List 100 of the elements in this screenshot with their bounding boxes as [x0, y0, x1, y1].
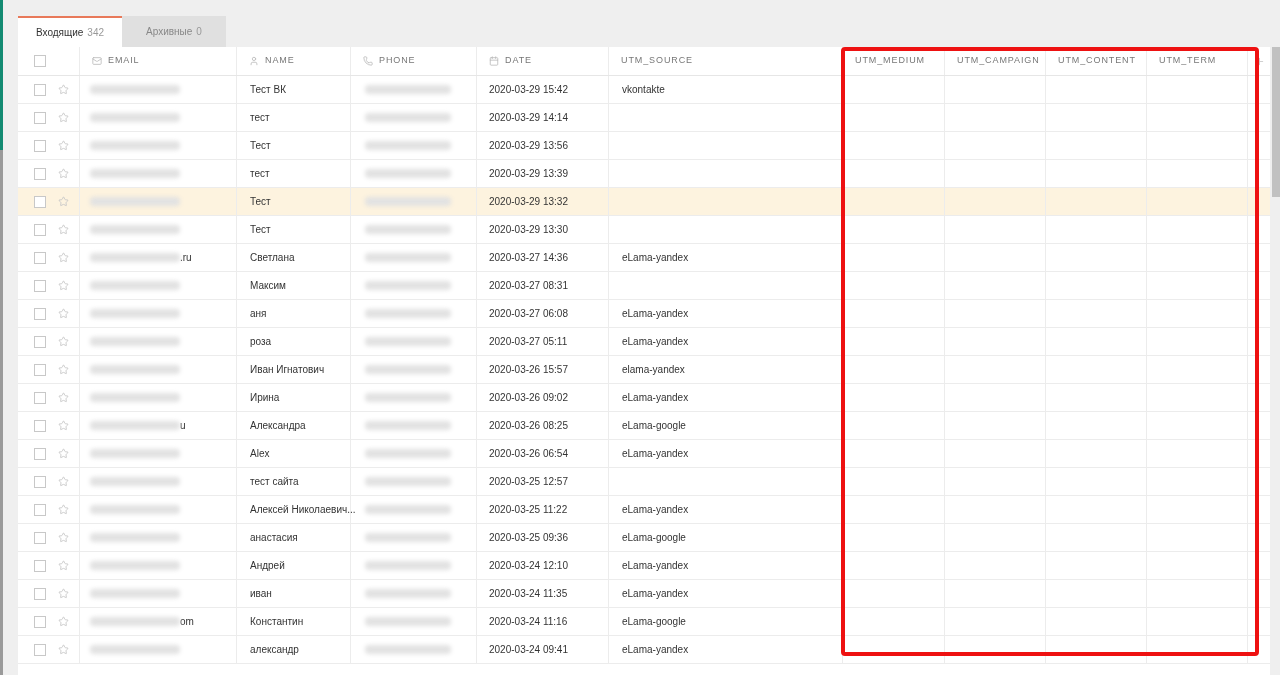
checkbox[interactable]: [34, 363, 46, 376]
table-cell-text: 2020-03-24 11:16: [489, 615, 568, 629]
table-cell-text: 2020-03-29 13:39: [489, 167, 568, 181]
star-icon[interactable]: [58, 196, 69, 207]
table-row[interactable]: Тест ВК 2020-03-29 15:42 vkontakte: [18, 76, 1270, 104]
checkbox[interactable]: [34, 643, 46, 656]
scrollbar[interactable]: [1272, 47, 1280, 197]
table-cell-text: Константин: [250, 615, 304, 629]
tab[interactable]: Входящие 342: [18, 16, 122, 47]
table-row[interactable]: иван 2020-03-24 11:35 eLama-yandex: [18, 580, 1270, 608]
checkbox[interactable]: [34, 531, 46, 544]
star-icon[interactable]: [58, 84, 69, 95]
star-icon[interactable]: [58, 224, 69, 235]
checkbox[interactable]: [34, 559, 46, 572]
table-cell-text: u: [180, 419, 186, 433]
column-header[interactable]: DATE: [477, 47, 609, 75]
checkbox[interactable]: [34, 503, 46, 516]
table-cell-text: Алексей Николаевич...: [250, 503, 356, 517]
table-row[interactable]: Иван Игнатович 2020-03-26 15:57 elama-yandex: [18, 356, 1270, 384]
checkbox[interactable]: [34, 223, 46, 236]
star-icon[interactable]: [58, 112, 69, 123]
table-cell-text: eLama-yandex: [622, 307, 689, 321]
table-cell-text: eLama-yandex: [622, 335, 689, 349]
table-row[interactable]: Ирина 2020-03-26 09:02 eLama-yandex: [18, 384, 1270, 412]
table-row[interactable]: Алексей Николаевич... 2020-03-25 11:22 eLama-yandex: [18, 496, 1270, 524]
star-icon[interactable]: [58, 168, 69, 179]
star-icon[interactable]: [58, 560, 69, 571]
table-row[interactable]: анастасия 2020-03-25 09:36 eLama-google: [18, 524, 1270, 552]
star-icon[interactable]: [58, 504, 69, 515]
star-icon[interactable]: [58, 588, 69, 599]
star-icon[interactable]: [58, 644, 69, 655]
table-row[interactable]: Alex 2020-03-26 06:54 eLama-yandex: [18, 440, 1270, 468]
table-cell-text: vkontakte: [622, 83, 665, 97]
checkbox[interactable]: [34, 251, 46, 264]
star-icon[interactable]: [58, 448, 69, 459]
table-row[interactable]: александр 2020-03-24 09:41 eLama-yandex: [18, 636, 1270, 664]
table-row[interactable]: Тест 2020-03-29 13:56: [18, 132, 1270, 160]
table-row[interactable]: Максим 2020-03-27 08:31: [18, 272, 1270, 300]
table-cell-text: eLama-yandex: [622, 643, 689, 657]
checkbox[interactable]: [34, 279, 46, 292]
table-row[interactable]: роза 2020-03-27 05:11 eLama-yandex: [18, 328, 1270, 356]
star-icon[interactable]: [58, 364, 69, 375]
table-cell-text: eLama-yandex: [622, 503, 689, 517]
table-cell-text: eLama-yandex: [622, 559, 689, 573]
star-icon[interactable]: [58, 336, 69, 347]
column-header[interactable]: UTM_CONTENT: [1046, 47, 1147, 75]
checkbox[interactable]: [34, 307, 46, 320]
checkbox[interactable]: [34, 167, 46, 180]
table-cell-text: eLama-google: [622, 419, 686, 433]
checkbox[interactable]: [34, 419, 46, 432]
checkbox[interactable]: [34, 83, 46, 96]
column-header[interactable]: UTM_CAMPAIGN: [945, 47, 1046, 75]
checkbox[interactable]: [34, 615, 46, 628]
table-row[interactable]: .ru Светлана 2020-03-27 14:36 eLama-yandex: [18, 244, 1270, 272]
table-row[interactable]: тест сайта 2020-03-25 12:57: [18, 468, 1270, 496]
table-row[interactable]: Тест 2020-03-29 13:30: [18, 216, 1270, 244]
table-cell-text: аня: [250, 307, 267, 321]
star-icon[interactable]: [58, 280, 69, 291]
checkbox[interactable]: [34, 195, 46, 208]
table-row[interactable]: тест 2020-03-29 14:14: [18, 104, 1270, 132]
column-header[interactable]: PHONE: [351, 47, 477, 75]
table-cell-text: 2020-03-27 08:31: [489, 279, 568, 293]
checkbox[interactable]: [34, 139, 46, 152]
table-row[interactable]: u Александра 2020-03-26 08:25 eLama-google: [18, 412, 1270, 440]
column-header[interactable]: UTM_TERM: [1147, 47, 1248, 75]
table-cell-text: eLama-yandex: [622, 251, 689, 265]
checkbox[interactable]: [34, 391, 46, 404]
table-cell-text: Андрей: [250, 559, 285, 573]
table-cell-text: eLama-yandex: [622, 587, 689, 601]
column-header[interactable]: UTM_MEDIUM: [843, 47, 945, 75]
star-icon[interactable]: [58, 532, 69, 543]
checkbox[interactable]: [34, 587, 46, 600]
table-row[interactable]: тест 2020-03-29 13:39: [18, 160, 1270, 188]
star-icon[interactable]: [58, 420, 69, 431]
column-header[interactable]: UTM_SOURCE: [609, 47, 843, 75]
star-icon[interactable]: [58, 616, 69, 627]
column-header[interactable]: NAME: [237, 47, 351, 75]
table-cell-text: 2020-03-29 13:56: [489, 139, 568, 153]
checkbox[interactable]: [34, 475, 46, 488]
table-cell-text: Светлана: [250, 251, 295, 265]
table-cell-text: 2020-03-26 06:54: [489, 447, 568, 461]
star-icon[interactable]: [58, 392, 69, 403]
star-icon[interactable]: [58, 140, 69, 151]
checkbox[interactable]: [34, 55, 46, 67]
table-row[interactable]: om Константин 2020-03-24 11:16 eLama-google: [18, 608, 1270, 636]
table-row[interactable]: Тест 2020-03-29 13:32: [18, 188, 1270, 216]
star-icon[interactable]: [58, 476, 69, 487]
table-cell-text: 2020-03-29 14:14: [489, 111, 568, 125]
star-icon[interactable]: [58, 252, 69, 263]
table-row[interactable]: аня 2020-03-27 06:08 eLama-yandex: [18, 300, 1270, 328]
phone-icon: [363, 56, 373, 66]
table-cell-text: Тест ВК: [250, 83, 286, 97]
checkbox[interactable]: [34, 447, 46, 460]
table-cell-text: 2020-03-26 15:57: [489, 363, 568, 377]
checkbox[interactable]: [34, 335, 46, 348]
table-cell-text: elama-yandex: [622, 363, 685, 377]
checkbox[interactable]: [34, 111, 46, 124]
table-row[interactable]: Андрей 2020-03-24 12:10 eLama-yandex: [18, 552, 1270, 580]
column-header[interactable]: EMAIL: [80, 47, 237, 75]
star-icon[interactable]: [58, 308, 69, 319]
